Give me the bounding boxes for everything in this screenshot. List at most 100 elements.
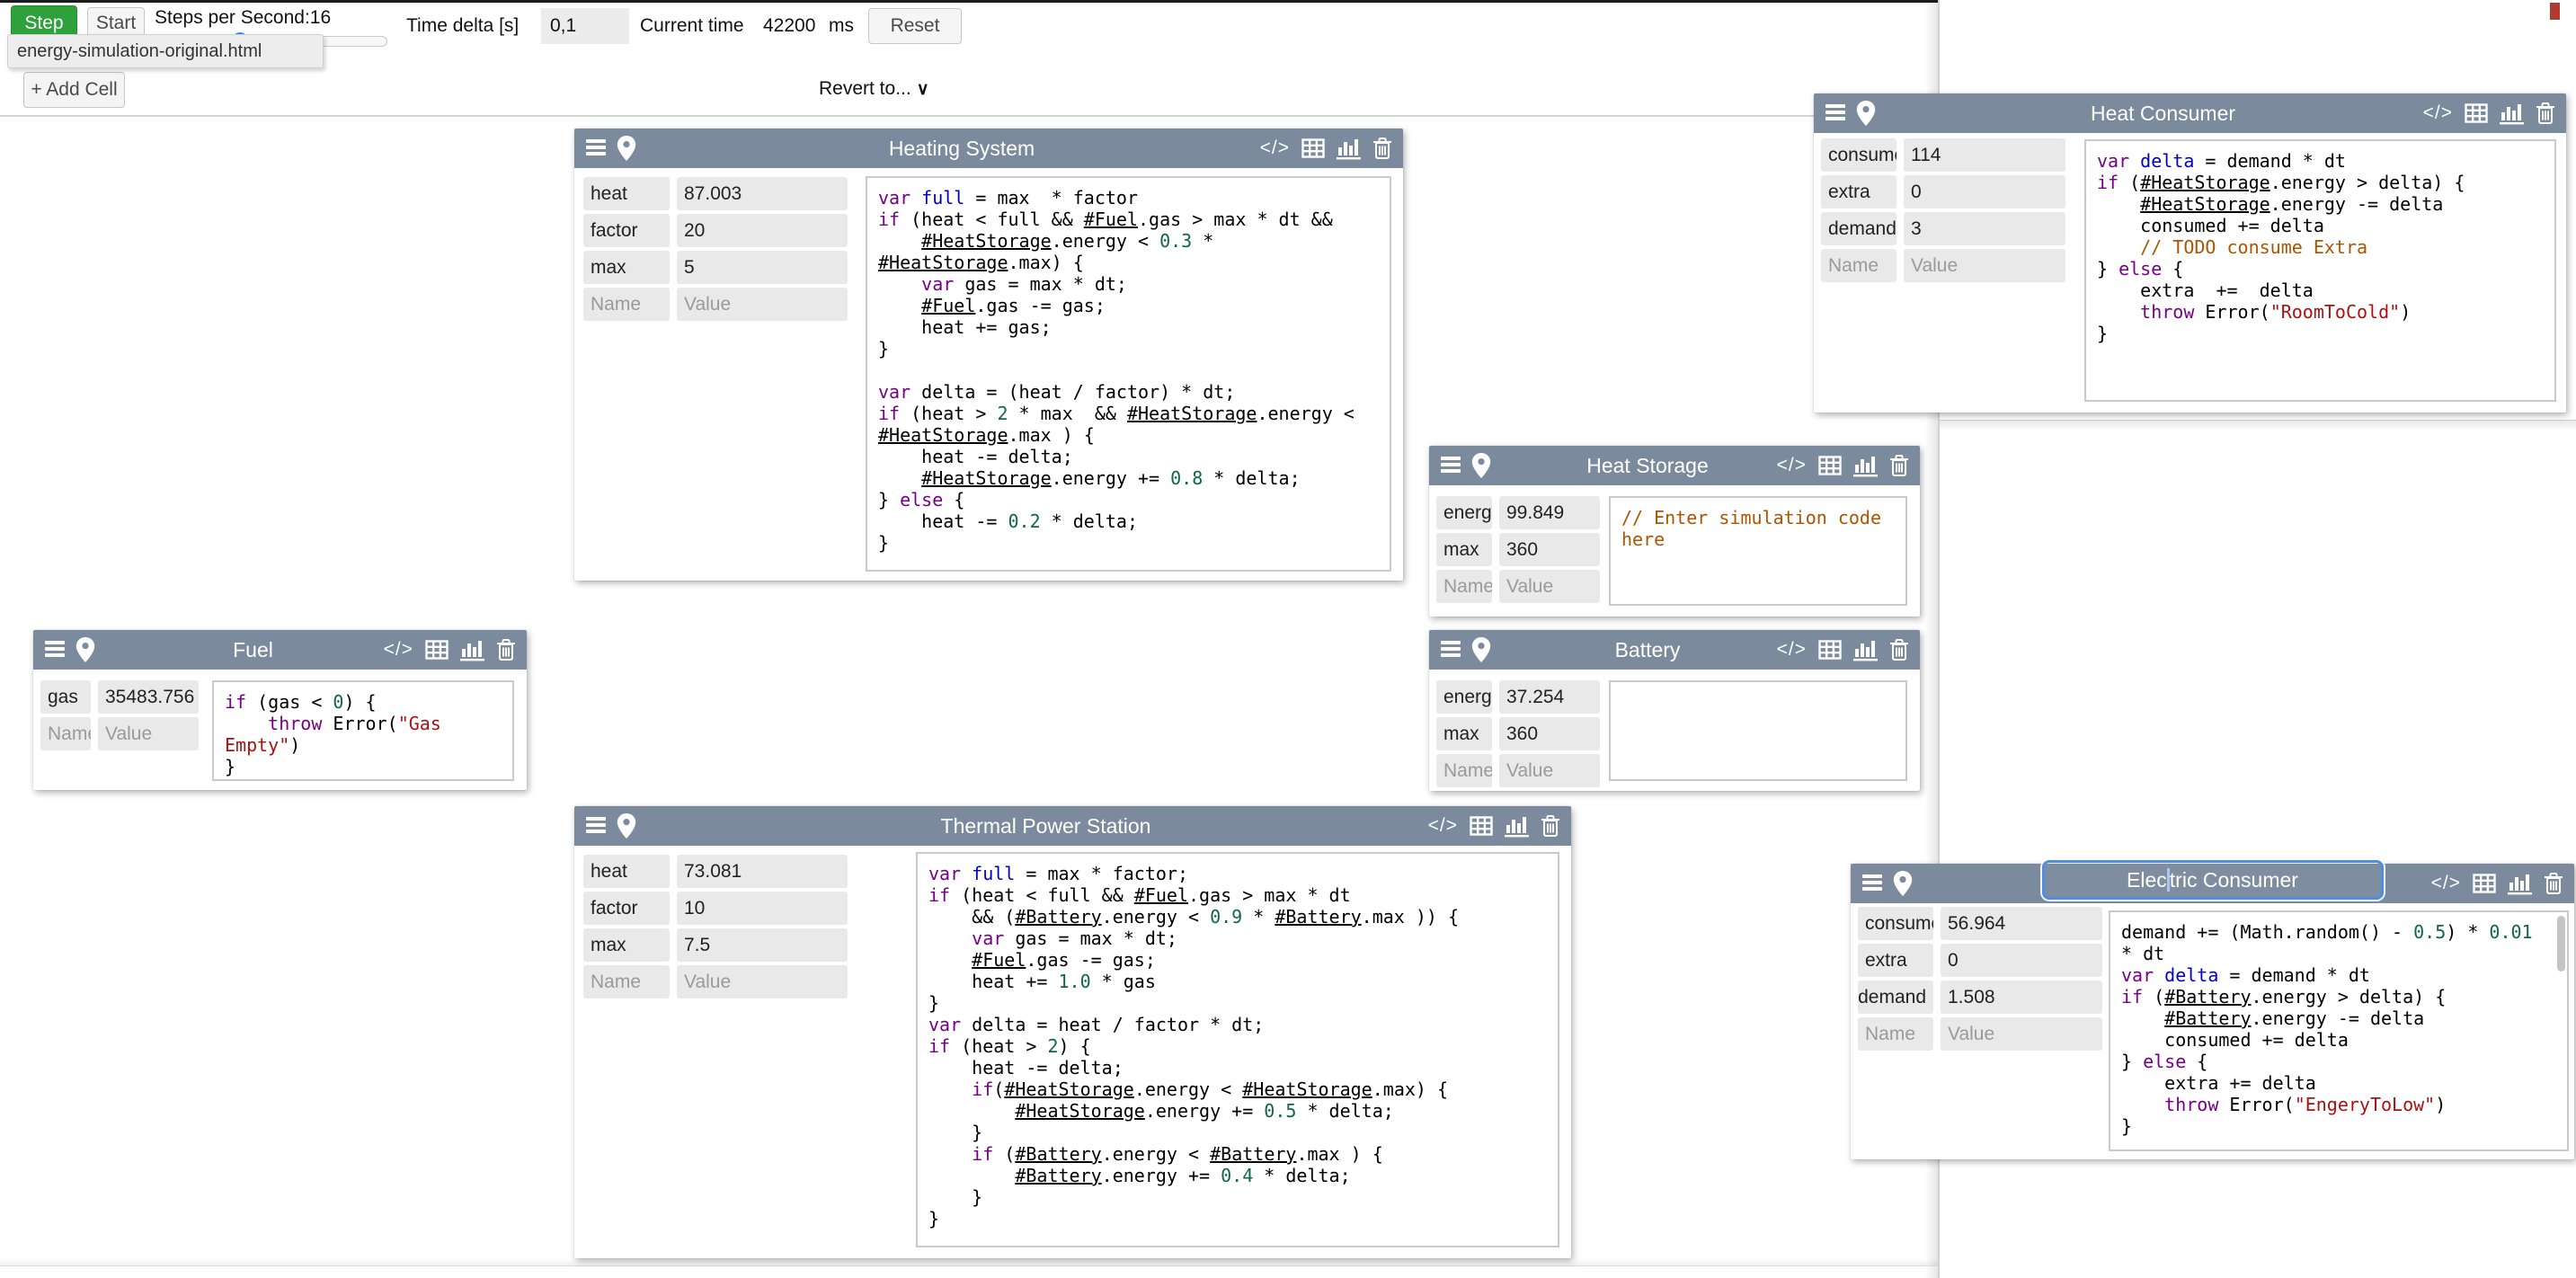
- panel-heat-consumer[interactable]: Heat Consumer</>consumed114extra0demand3…: [1814, 93, 2566, 413]
- menu-icon[interactable]: [1862, 874, 1882, 892]
- menu-icon[interactable]: [586, 139, 606, 157]
- param-name-input[interactable]: max: [583, 251, 670, 284]
- param-name-input[interactable]: consumed: [1821, 138, 1896, 172]
- code-view-icon[interactable]: </>: [1260, 138, 1290, 159]
- param-value-placeholder[interactable]: Value: [1941, 1017, 2102, 1051]
- param-name-placeholder[interactable]: Name: [1858, 1017, 1933, 1051]
- param-value-input[interactable]: 1.508: [1941, 981, 2102, 1014]
- param-name-input[interactable]: consumed: [1858, 907, 1933, 940]
- param-name-placeholder[interactable]: Name: [583, 288, 670, 321]
- param-name-input[interactable]: extra: [1858, 944, 1933, 977]
- param-name-input[interactable]: energy: [1436, 680, 1492, 714]
- panel-header-drag-handle[interactable]: Heat Storage</>: [1429, 446, 1920, 485]
- param-value-input[interactable]: 56.964: [1941, 907, 2102, 940]
- code-editor[interactable]: var full = max * factor if (heat < full …: [866, 176, 1391, 572]
- param-value-input[interactable]: 0: [1904, 175, 2065, 209]
- panel-heating-system[interactable]: Heating System</> heat87.003factor20max5N…: [574, 129, 1403, 581]
- param-name-placeholder[interactable]: Name: [1821, 249, 1896, 282]
- param-value-input[interactable]: 7.5: [677, 928, 848, 962]
- param-value-placeholder[interactable]: Value: [677, 288, 848, 321]
- param-value-input[interactable]: 10: [677, 892, 848, 925]
- param-value-input[interactable]: 99.849: [1499, 496, 1600, 529]
- table-view-icon[interactable]: [2465, 102, 2488, 124]
- param-name-input[interactable]: max: [1436, 533, 1492, 566]
- param-name-input[interactable]: heat: [583, 855, 670, 888]
- param-value-placeholder[interactable]: Value: [677, 965, 848, 998]
- menu-icon[interactable]: [586, 817, 606, 835]
- table-view-icon[interactable]: [2473, 873, 2496, 894]
- trash-icon[interactable]: [496, 638, 516, 661]
- revert-to-dropdown[interactable]: Revert to...∨: [819, 78, 929, 100]
- code-view-icon[interactable]: </>: [1777, 455, 1807, 476]
- menu-icon[interactable]: [1441, 641, 1461, 659]
- trash-icon[interactable]: [2544, 872, 2563, 895]
- code-view-icon[interactable]: </>: [2431, 873, 2461, 894]
- panel-header-drag-handle[interactable]: Battery</>: [1429, 630, 1920, 670]
- panel-header-drag-handle[interactable]: Electric Consumer</>: [1851, 864, 2574, 903]
- trash-icon[interactable]: [1541, 814, 1560, 838]
- panel-header-drag-handle[interactable]: Thermal Power Station</>: [574, 806, 1571, 846]
- table-view-icon[interactable]: [1818, 639, 1842, 661]
- param-value-input[interactable]: 37.254: [1499, 680, 1600, 714]
- param-value-input[interactable]: 5: [677, 251, 848, 284]
- param-name-input[interactable]: factor: [583, 892, 670, 925]
- param-value-input[interactable]: 3: [1904, 212, 2065, 245]
- code-editor[interactable]: var delta = demand * dt if (#HeatStorage…: [2084, 139, 2556, 402]
- panel-header-drag-handle[interactable]: Heat Consumer</>: [1814, 93, 2566, 133]
- panel-battery[interactable]: Battery</> energy37.254max360NameValue: [1429, 630, 1920, 791]
- table-view-icon[interactable]: [1470, 815, 1493, 837]
- param-name-input[interactable]: heat: [583, 177, 670, 210]
- code-editor[interactable]: var full = max * factor; if (heat < full…: [916, 852, 1559, 1247]
- code-view-icon[interactable]: </>: [384, 639, 413, 661]
- chart-view-icon[interactable]: [2508, 872, 2532, 895]
- trash-icon[interactable]: [1889, 454, 1909, 477]
- reset-button[interactable]: Reset: [868, 8, 962, 44]
- param-name-placeholder[interactable]: Name: [1436, 754, 1492, 787]
- panel-header-drag-handle[interactable]: Fuel</>: [33, 630, 527, 670]
- trash-icon[interactable]: [1889, 638, 1909, 661]
- chart-view-icon[interactable]: [1337, 137, 1361, 160]
- param-name-input[interactable]: max: [583, 928, 670, 962]
- panel-title-input[interactable]: Electric Consumer: [2042, 860, 2384, 900]
- param-name-input[interactable]: demand: [1858, 981, 1933, 1014]
- code-view-icon[interactable]: </>: [1428, 815, 1458, 837]
- panel-electric-consumer[interactable]: Electric Consumer</> consumed56.964extra0…: [1851, 864, 2574, 1159]
- panel-thermal-power-station[interactable]: Thermal Power Station</> heat73.081factor…: [574, 806, 1571, 1258]
- param-value-placeholder[interactable]: Value: [1904, 249, 2065, 282]
- code-editor[interactable]: demand += (Math.random() - 0.5) * 0.01 *…: [2109, 910, 2569, 1151]
- code-view-icon[interactable]: </>: [2423, 102, 2453, 124]
- chart-view-icon[interactable]: [460, 638, 484, 661]
- trash-icon[interactable]: [2536, 102, 2555, 125]
- code-editor-scrollbar[interactable]: [2557, 916, 2565, 972]
- time-delta-input[interactable]: 0,1: [541, 8, 629, 44]
- table-view-icon[interactable]: [1301, 138, 1325, 159]
- add-cell-button[interactable]: + Add Cell: [23, 72, 125, 108]
- param-value-input[interactable]: 35483.756: [98, 680, 199, 714]
- code-editor[interactable]: // Enter simulation code here: [1609, 496, 1907, 606]
- param-value-input[interactable]: 0: [1941, 944, 2102, 977]
- param-value-input[interactable]: 87.003: [677, 177, 848, 210]
- param-value-input[interactable]: 360: [1499, 717, 1600, 750]
- menu-icon[interactable]: [45, 641, 65, 659]
- param-name-input[interactable]: energy: [1436, 496, 1492, 529]
- panel-heat-storage[interactable]: Heat Storage</>energy99.849max360NameVal…: [1429, 446, 1920, 617]
- param-value-input[interactable]: 114: [1904, 138, 2065, 172]
- code-editor[interactable]: if (gas < 0) { throw Error("Gas Empty") …: [212, 680, 514, 781]
- param-name-placeholder[interactable]: Name: [40, 717, 91, 750]
- param-name-input[interactable]: gas: [40, 680, 91, 714]
- chart-view-icon[interactable]: [1853, 454, 1878, 477]
- trash-icon[interactable]: [1372, 137, 1392, 160]
- table-view-icon[interactable]: [1818, 455, 1842, 476]
- chart-view-icon[interactable]: [1505, 814, 1529, 838]
- menu-icon[interactable]: [1825, 104, 1845, 122]
- chart-view-icon[interactable]: [2500, 102, 2524, 125]
- param-value-placeholder[interactable]: Value: [1499, 754, 1600, 787]
- panel-header-drag-handle[interactable]: Heating System</>: [574, 129, 1403, 168]
- param-value-input[interactable]: 73.081: [677, 855, 848, 888]
- param-name-input[interactable]: factor: [583, 214, 670, 247]
- param-value-placeholder[interactable]: Value: [98, 717, 199, 750]
- param-name-input[interactable]: max: [1436, 717, 1492, 750]
- param-name-placeholder[interactable]: Name: [583, 965, 670, 998]
- param-name-placeholder[interactable]: Name: [1436, 570, 1492, 603]
- param-value-input[interactable]: 20: [677, 214, 848, 247]
